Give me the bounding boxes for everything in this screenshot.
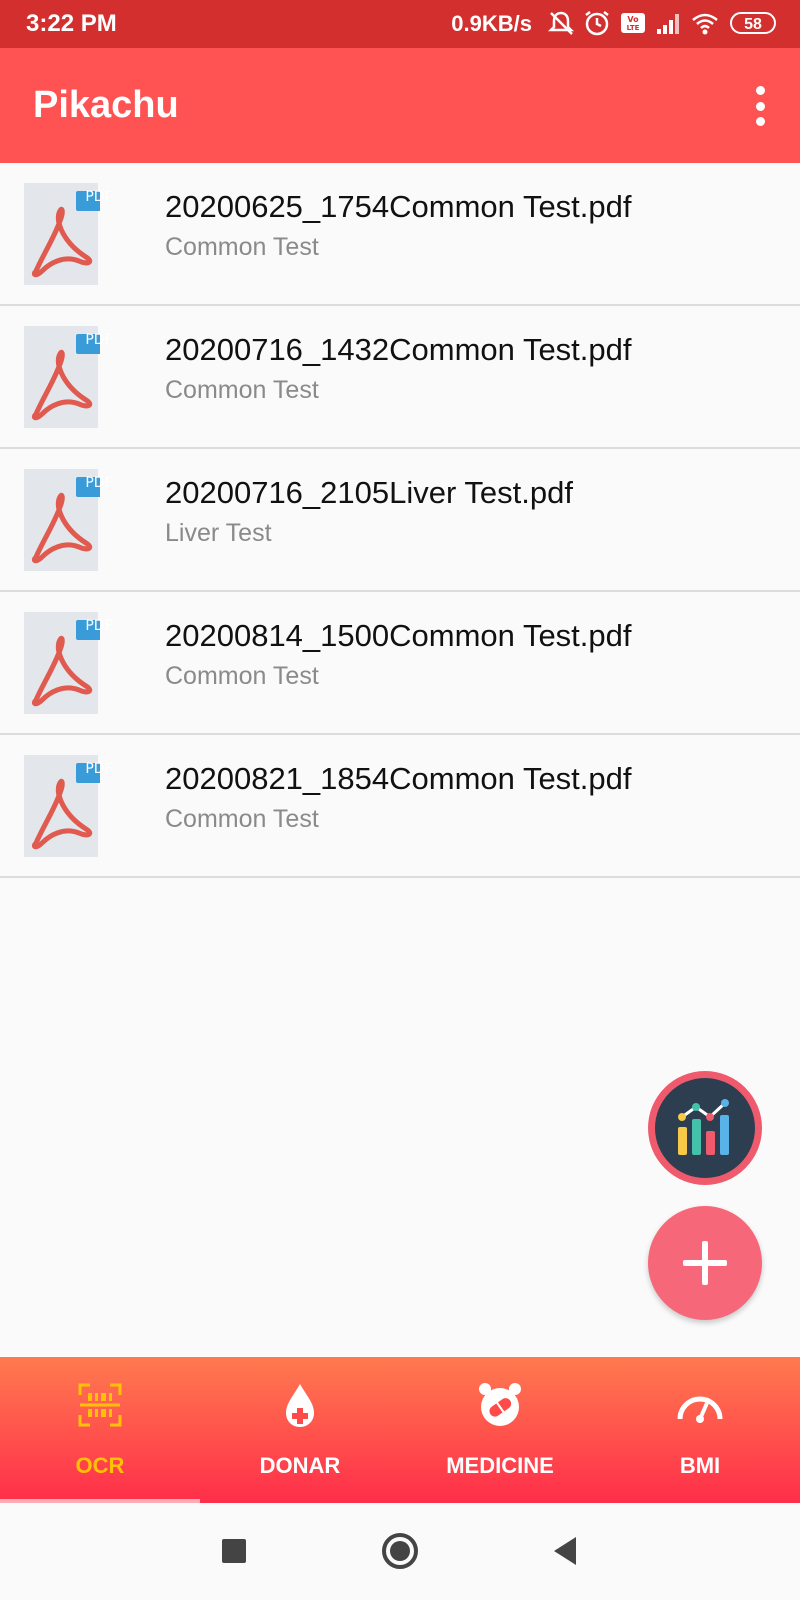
nav-label: MEDICINE [446,1453,554,1478]
alarm-icon [585,11,609,36]
pdf-badge: PDF [85,332,113,348]
file-name: 20200625_1754Common Test.pdf [165,189,632,224]
home-icon[interactable] [378,1529,422,1573]
overflow-menu-icon[interactable] [748,86,772,126]
pdf-badge: PDF [85,618,113,634]
status-icons: 0.9KB/s Vo LTE 58 [451,9,776,37]
chart-fab-background [655,1078,755,1178]
nav-item-donar[interactable]: DONAR [200,1357,400,1503]
svg-text:Vo: Vo [627,15,639,24]
bottom-navigation: OCR DONAR MEDICINE BMI [0,1357,800,1503]
signal-icon [657,14,679,34]
system-navigation-bar [0,1503,800,1600]
nav-item-ocr[interactable]: OCR [0,1357,200,1503]
wifi-icon [692,13,718,35]
app-bar: Pikachu [0,48,800,163]
pdf-badge: PDF [85,475,113,491]
list-item[interactable]: PDF 20200625_1754Common Test.pdf Common … [0,163,800,306]
status-bar: 3:22 PM 0.9KB/s Vo LTE 58 [0,0,800,48]
nav-label: OCR [75,1453,125,1478]
add-fab-button[interactable] [648,1206,762,1320]
file-name: 20200716_1432Common Test.pdf [165,332,632,367]
file-subtitle: Liver Test [165,519,272,547]
battery-icon: 58 [730,12,776,34]
svg-text:LTE: LTE [627,24,640,32]
gauge-icon [677,1396,723,1423]
nav-label: DONAR [259,1453,341,1478]
scan-icon [78,1383,122,1427]
mute-icon [547,11,575,35]
file-subtitle: Common Test [165,233,319,261]
nav-item-medicine[interactable]: MEDICINE [400,1357,600,1503]
file-name: 20200716_2105Liver Test.pdf [165,475,573,510]
chart-icon [678,1099,729,1155]
list-item[interactable]: PDF 20200814_1500Common Test.pdf Common … [0,592,800,735]
file-name: 20200814_1500Common Test.pdf [165,618,632,653]
recent-apps-icon[interactable] [212,1529,256,1573]
back-icon[interactable] [544,1529,588,1573]
chart-fab-button[interactable] [648,1071,762,1185]
network-speed: 0.9KB/s [451,10,532,36]
file-list: PDF 20200625_1754Common Test.pdf Common … [0,163,800,878]
pill-alarm-icon [479,1383,521,1426]
pdf-badge: PDF [85,189,113,205]
nav-label: BMI [679,1453,721,1478]
add-icon [683,1241,727,1285]
list-item[interactable]: PDF 20200821_1854Common Test.pdf Common … [0,735,800,878]
nav-item-bmi[interactable]: BMI [600,1357,800,1503]
file-subtitle: Common Test [165,662,319,690]
volte-icon: Vo LTE [621,13,645,33]
file-subtitle: Common Test [165,376,319,404]
list-item[interactable]: PDF 20200716_1432Common Test.pdf Common … [0,306,800,449]
list-item[interactable]: PDF 20200716_2105Liver Test.pdf Liver Te… [0,449,800,592]
status-time: 3:22 PM [26,10,117,37]
blood-drop-icon [286,1384,314,1427]
pdf-badge: PDF [85,761,113,777]
file-subtitle: Common Test [165,805,319,833]
file-name: 20200821_1854Common Test.pdf [165,761,632,796]
app-title: Pikachu [33,84,179,126]
